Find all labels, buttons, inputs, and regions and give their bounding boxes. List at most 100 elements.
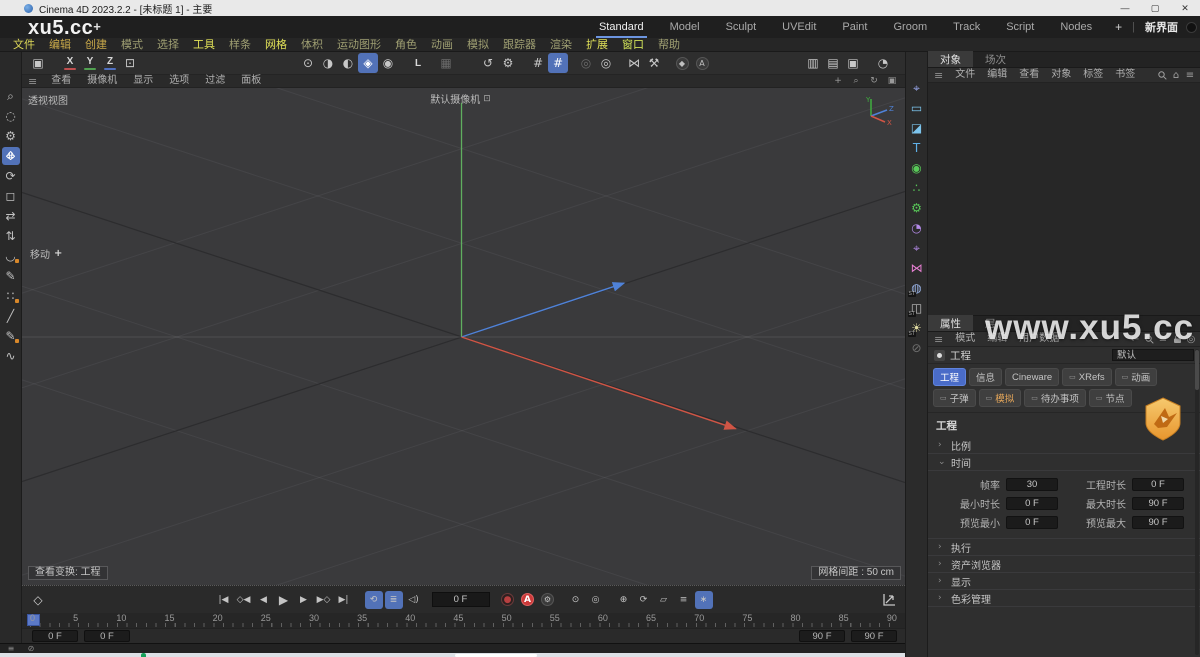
prev-frame-button[interactable]: ◀ (255, 591, 273, 609)
attribute-tab[interactable]: 工程 (933, 368, 966, 386)
layout-tab[interactable]: Nodes (1047, 18, 1105, 36)
texture-mode-icon[interactable]: ◉ (378, 53, 398, 73)
field-value[interactable]: 0 F (1006, 516, 1058, 529)
key-position-toggle[interactable]: ⊙ (567, 591, 585, 609)
panel-tab[interactable]: 层 (973, 315, 1008, 331)
render-view-icon[interactable]: ▥ (803, 53, 823, 73)
range-end-field[interactable]: 90 F (799, 630, 845, 642)
search-icon[interactable] (1142, 333, 1156, 346)
field-icon[interactable]: ⌖ (908, 239, 926, 257)
grid-snap-icon[interactable]: # (528, 53, 548, 73)
kf-parameter-icon[interactable]: ≡ (675, 591, 693, 609)
menu-item[interactable]: 窗口 (615, 38, 651, 52)
menu-item[interactable]: 模式 (114, 38, 150, 52)
rotate-view-icon[interactable]: ↻ (867, 75, 881, 87)
sound-toggle[interactable]: ◁) (405, 591, 423, 609)
attribute-tab[interactable]: ▭子弹 (933, 389, 976, 407)
field-value[interactable]: 90 F (1132, 516, 1184, 529)
viewport-menu-item[interactable]: 过滤 (197, 74, 233, 88)
new-interface-button[interactable]: 新界面 (1135, 19, 1186, 35)
minimize-button[interactable]: — (1110, 0, 1140, 16)
menu-item[interactable]: 编辑 (42, 38, 78, 52)
attribute-tab[interactable]: ▭待办事项 (1024, 389, 1086, 407)
knife-tool-icon[interactable]: ╱ (2, 307, 20, 325)
lock-z-button[interactable]: Z (100, 53, 120, 73)
layout-tab[interactable]: Standard (586, 18, 657, 36)
current-frame-field[interactable]: 0 F (432, 592, 490, 607)
maximize-button[interactable]: ▢ (1140, 0, 1170, 16)
om-menu-item[interactable]: 编辑 (981, 68, 1013, 82)
transfer-tool-icon[interactable]: ⇄ (2, 207, 20, 225)
paint-select-icon[interactable]: ∷ (2, 287, 20, 305)
panel-tab[interactable]: 对象 (928, 51, 973, 67)
am-menu-icon[interactable]: ≡ (928, 333, 949, 346)
menu-item[interactable]: 选择 (150, 38, 186, 52)
panel-tab[interactable]: 属性 (928, 315, 973, 331)
layout-tab[interactable]: UVEdit (769, 18, 829, 36)
field-value[interactable]: 90 F (1132, 497, 1184, 510)
menu-item[interactable]: 角色 (388, 38, 424, 52)
autokey-button[interactable]: A (519, 591, 537, 609)
lock-y-button[interactable]: Y (80, 53, 100, 73)
quantize-icon[interactable]: # (548, 53, 568, 73)
goto-end-button[interactable]: ▶| (335, 591, 353, 609)
pan-view-icon[interactable]: + (831, 75, 845, 87)
viewport-menu-item[interactable]: 选项 (161, 74, 197, 88)
menu-item[interactable]: 运动图形 (330, 38, 388, 52)
menu-item[interactable]: 帮助 (651, 38, 687, 52)
menu-item[interactable]: 模拟 (460, 38, 496, 52)
cloner-icon[interactable]: ∴ (908, 179, 926, 197)
layout-tab[interactable]: Groom (880, 18, 940, 36)
kf-rotation-icon[interactable]: ⟳ (635, 591, 653, 609)
om-menu-item[interactable]: 对象 (1045, 68, 1077, 82)
solo-mode-icon[interactable]: ◆ (672, 53, 692, 73)
menu-item[interactable]: 体积 (294, 38, 330, 52)
auto-mode-icon[interactable]: A (692, 53, 712, 73)
prev-key-button[interactable]: ◇◀ (235, 591, 253, 609)
attribute-tab[interactable]: 信息 (969, 368, 1002, 386)
view-settings-icon[interactable]: ⚙ (498, 53, 518, 73)
light-icon[interactable]: ☀ST (908, 319, 926, 337)
viewport-menu-item[interactable]: 显示 (125, 74, 161, 88)
deformer-icon[interactable]: ◔ (908, 219, 926, 237)
layout-tab[interactable]: Script (993, 18, 1047, 36)
layout-tab[interactable]: Model (657, 18, 713, 36)
camera-label[interactable]: 默认摄像机⊡ (430, 91, 491, 106)
filter-icon[interactable]: ≡ (1156, 333, 1170, 346)
kf-pla-icon[interactable]: ∗ (695, 591, 713, 609)
attribute-tab[interactable]: ▭XRefs (1062, 368, 1112, 386)
am-menu-item[interactable]: 模式 (949, 332, 981, 346)
falloff-icon[interactable]: ◎ (596, 53, 616, 73)
attribute-tab[interactable]: ▭模拟 (979, 389, 1022, 407)
field-value[interactable]: 30 (1006, 478, 1058, 491)
ram-play-toggle[interactable]: ≣ (385, 591, 403, 609)
next-key-button[interactable]: ▶◇ (315, 591, 333, 609)
section-time[interactable]: ⌄ 时间 (928, 454, 1200, 471)
preset-dropdown[interactable]: 默认 (1112, 349, 1194, 361)
menu-item[interactable]: 创建 (78, 38, 114, 52)
zoom-view-icon[interactable]: ⌕ (849, 75, 863, 87)
kf-scale-icon[interactable]: ▱ (655, 591, 673, 609)
scale-tool-icon[interactable]: ◻ (2, 187, 20, 205)
am-menu-item[interactable]: 用户数据 (1013, 332, 1065, 346)
om-menu-item[interactable]: 标签 (1077, 68, 1109, 82)
menu-item[interactable]: 文件 (6, 38, 42, 52)
magnet-tool-icon[interactable]: ◡ (2, 247, 20, 265)
lock-icon[interactable] (1170, 333, 1184, 346)
polygons-mode-icon[interactable]: ◐ (338, 53, 358, 73)
range-start-field[interactable]: 0 F (84, 630, 130, 642)
make-editable-icon[interactable]: ▣ (28, 53, 48, 73)
record-button[interactable]: ● (499, 591, 517, 609)
maximize-view-icon[interactable]: ▣ (885, 75, 899, 87)
status-menu-icon[interactable]: ≡ (4, 644, 18, 653)
goto-start-button[interactable]: |◀ (215, 591, 233, 609)
menu-item[interactable]: 扩展 (579, 38, 615, 52)
kf-position-icon[interactable]: ⊕ (615, 591, 633, 609)
attribute-tab[interactable]: ▭节点 (1089, 389, 1132, 407)
menu-item[interactable]: 跟踪器 (496, 38, 543, 52)
key-scale-toggle[interactable]: ◎ (587, 591, 605, 609)
viewport-menu-item[interactable]: 面板 (233, 74, 269, 88)
search-icon[interactable] (1155, 69, 1169, 82)
range-start-field[interactable]: 0 F (32, 630, 78, 642)
model-mode-icon[interactable]: ◈ (358, 53, 378, 73)
